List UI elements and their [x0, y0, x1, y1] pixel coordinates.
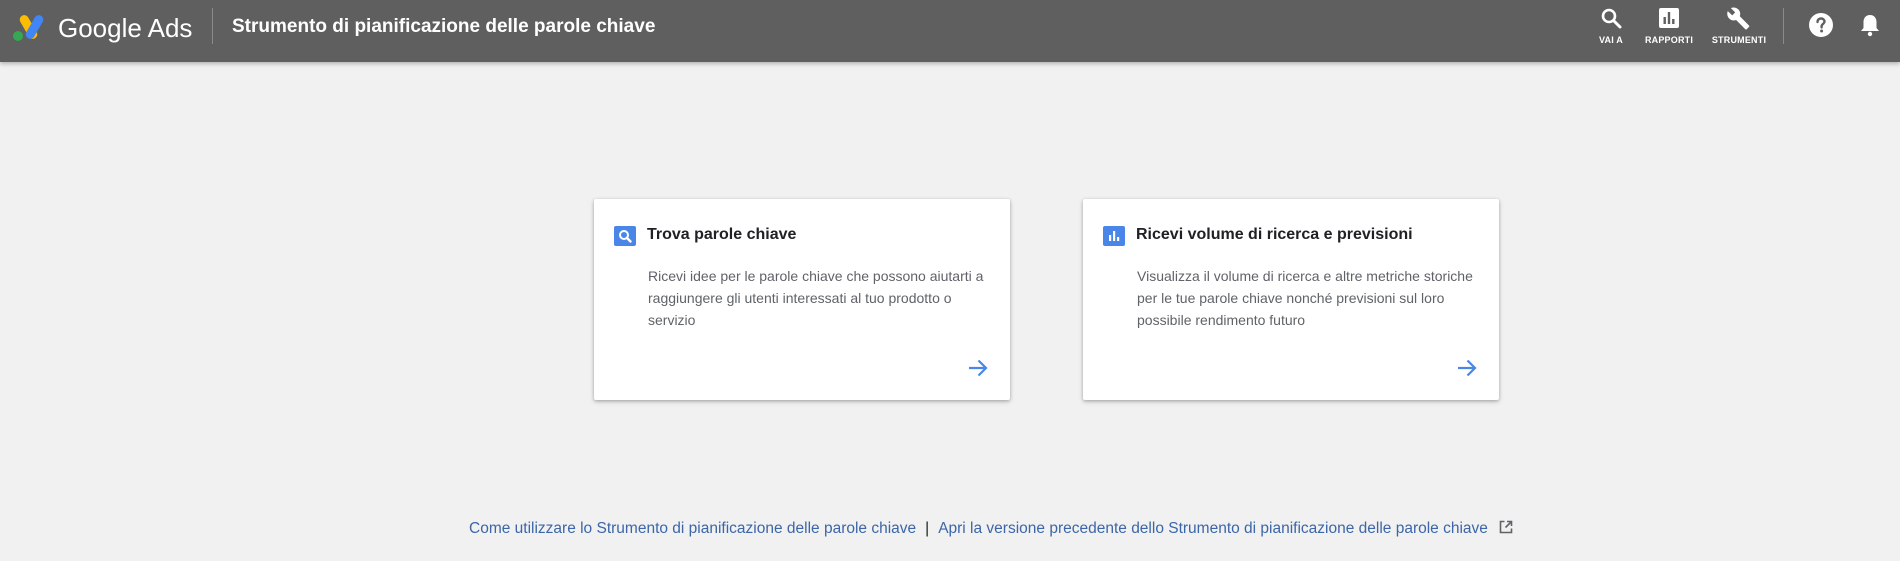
nav-reports-button[interactable]: RAPPORTI [1643, 6, 1695, 50]
open-previous-version-link[interactable]: Apri la versione precedente dello Strume… [938, 520, 1488, 537]
divider [212, 8, 213, 44]
brand-name: Google Ads [58, 13, 193, 43]
wrench-icon [1727, 7, 1750, 30]
card-title: Trova parole chiave [647, 226, 797, 243]
nav-tools-button[interactable]: STRUMENTI [1711, 6, 1767, 50]
search-icon [614, 226, 636, 246]
arrow-right-icon[interactable] [966, 356, 990, 380]
find-keywords-card[interactable]: Trova parole chiave Ricevi idee per le p… [594, 199, 1010, 400]
nav-go-to-button[interactable]: VAI A [1594, 6, 1628, 50]
page-title: Strumento di pianificazione delle parole… [232, 16, 656, 37]
footer-links: Come utilizzare lo Strumento di pianific… [469, 519, 1514, 539]
top-app-bar: Google Ads Strumento di pianificazione d… [0, 0, 1900, 62]
how-to-use-link[interactable]: Come utilizzare lo Strumento di pianific… [469, 520, 916, 537]
bell-icon[interactable] [1857, 12, 1883, 38]
search-volume-forecasts-card[interactable]: Ricevi volume di ricerca e previsioni Vi… [1083, 199, 1499, 400]
external-link-icon[interactable] [1498, 519, 1514, 535]
card-description: Visualizza il volume di ricerca e altre … [1137, 268, 1473, 328]
nav-go-to-label: VAI A [1598, 35, 1623, 45]
divider [1783, 8, 1784, 44]
nav-reports-label: RAPPORTI [1644, 35, 1694, 45]
nav-tools-label: STRUMENTI [1711, 35, 1767, 45]
arrow-right-icon[interactable] [1455, 356, 1479, 380]
help-icon[interactable] [1808, 12, 1834, 38]
card-description: Ricevi idee per le parole chiave che pos… [648, 268, 984, 328]
bar-chart-icon [1103, 226, 1125, 246]
link-separator: | [925, 520, 930, 537]
card-title: Ricevi volume di ricerca e previsioni [1136, 226, 1413, 243]
google-ads-logo[interactable] [10, 12, 46, 42]
search-icon [1601, 8, 1622, 29]
bar-chart-icon [1659, 8, 1679, 28]
